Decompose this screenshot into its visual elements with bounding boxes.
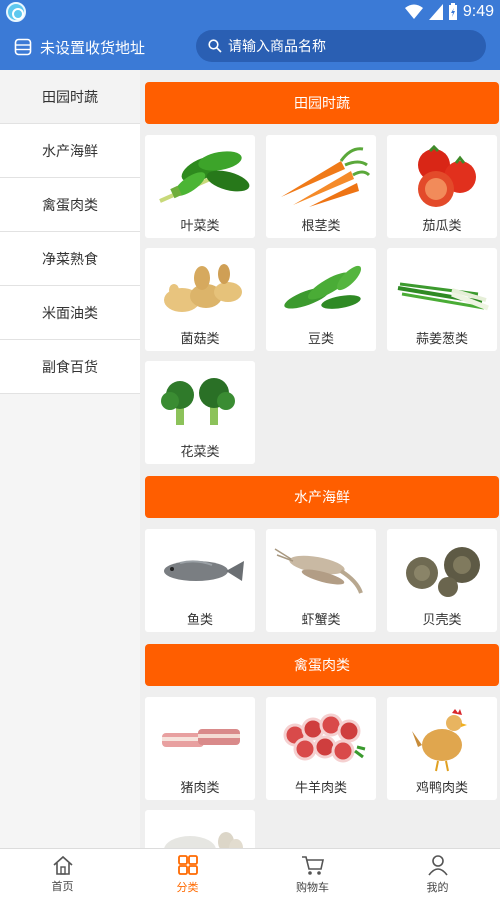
- section-header[interactable]: 水产海鲜: [145, 476, 499, 518]
- sidebar-item-label: 米面油类: [42, 305, 98, 322]
- address-selector[interactable]: 未设置收货地址: [14, 34, 145, 60]
- tab-profile[interactable]: 我的: [375, 849, 500, 900]
- category-tile-fish[interactable]: 鱼类: [145, 529, 255, 632]
- address-list-icon: [14, 38, 32, 56]
- sidebar-item-mimian-youlei[interactable]: 米面油类: [0, 286, 140, 340]
- category-tile-beef-lamb[interactable]: 牛羊肉类: [266, 697, 376, 800]
- category-tile-pork[interactable]: 猪肉类: [145, 697, 255, 800]
- sidebar-item-tianyuan-shishu[interactable]: 田园时蔬: [0, 70, 140, 124]
- tile-label: 贝壳类: [422, 613, 462, 628]
- status-bar: 9:49: [0, 0, 500, 24]
- tomato-image: [418, 144, 476, 207]
- tab-home[interactable]: 首页: [0, 849, 125, 900]
- sidebar-item-jingcai-shushi[interactable]: 净菜熟食: [0, 232, 140, 286]
- sidebar-item-shuichan-haixian[interactable]: 水产海鲜: [0, 124, 140, 178]
- app-notification-icon: [6, 2, 26, 22]
- signal-icon: [428, 4, 443, 20]
- top-header: 未设置收货地址 请输入商品名称: [0, 24, 500, 70]
- wifi-icon: [404, 4, 423, 19]
- shrimp-image: [274, 548, 363, 594]
- cart-icon: [301, 856, 324, 875]
- category-tile-partial[interactable]: [145, 810, 255, 848]
- tile-label: 蒜姜葱类: [415, 332, 468, 347]
- category-tile-mushroom[interactable]: 菌菇类: [145, 248, 255, 351]
- search-placeholder: 请输入商品名称: [228, 39, 326, 55]
- pork-belly-image: [162, 729, 240, 747]
- eggs-image: [164, 832, 243, 848]
- battery-icon: [448, 3, 457, 20]
- user-icon: [427, 855, 448, 876]
- broccoli-image: [161, 378, 235, 425]
- tab-label: 首页: [51, 880, 74, 893]
- clock: 9:49: [462, 3, 494, 20]
- category-tile-beans[interactable]: 豆类: [266, 248, 376, 351]
- tile-label: 叶菜类: [180, 219, 220, 234]
- bottom-tab-bar: 首页 分类 购物车 我的: [0, 848, 500, 900]
- pea-pods-image: [284, 265, 362, 309]
- chicken-image: [412, 709, 467, 772]
- address-label: 未设置收货地址: [40, 38, 146, 57]
- sidebar-item-label: 副食百货: [42, 359, 98, 376]
- tile-label: 牛羊肉类: [294, 781, 347, 796]
- category-tile-shrimp[interactable]: 虾蟹类: [266, 529, 376, 632]
- tile-label: 花菜类: [180, 445, 220, 460]
- tab-label: 购物车: [296, 881, 329, 894]
- tile-label: 茄瓜类: [422, 219, 462, 234]
- category-tile-tomato[interactable]: 茄瓜类: [387, 135, 497, 238]
- scallion-image: [397, 282, 489, 311]
- category-tile-broccoli[interactable]: 花菜类: [145, 361, 255, 464]
- section-header[interactable]: 禽蛋肉类: [145, 644, 499, 686]
- category-grid-icon: [177, 855, 198, 875]
- tile-label: 菌菇类: [180, 332, 220, 347]
- category-tile-scallion[interactable]: 蒜姜葱类: [387, 248, 497, 351]
- sidebar-item-label: 水产海鲜: [42, 143, 98, 160]
- category-tile-shellfish[interactable]: 贝壳类: [387, 529, 497, 632]
- sidebar-item-label: 净菜熟食: [42, 251, 98, 268]
- leafy-greens-image: [159, 151, 250, 203]
- tile-label: 鱼类: [186, 613, 213, 628]
- tile-label: 鸡鸭肉类: [415, 781, 468, 796]
- category-sidebar: 田园时蔬 水产海鲜 禽蛋肉类 净菜熟食 米面油类 副食百货: [0, 70, 140, 848]
- search-input[interactable]: 请输入商品名称: [196, 30, 486, 62]
- search-icon: [208, 39, 222, 53]
- tile-label: 根茎类: [301, 219, 341, 234]
- fish-image: [164, 560, 244, 581]
- category-tile-root[interactable]: 根茎类: [266, 135, 376, 238]
- tab-category[interactable]: 分类: [125, 849, 250, 900]
- ginger-image: [164, 264, 242, 312]
- tab-cart[interactable]: 购物车: [250, 849, 375, 900]
- snail-shell-image: [406, 547, 480, 597]
- tab-label: 我的: [426, 881, 449, 894]
- sidebar-item-fushi-baihuo[interactable]: 副食百货: [0, 340, 140, 394]
- beef-roll-image: [283, 713, 366, 763]
- category-tile-poultry[interactable]: 鸡鸭肉类: [387, 697, 497, 800]
- tile-label: 猪肉类: [180, 781, 220, 796]
- tab-label: 分类: [176, 881, 199, 894]
- sidebar-item-qindan-roulei[interactable]: 禽蛋肉类: [0, 178, 140, 232]
- carrot-image: [281, 147, 371, 207]
- sidebar-item-label: 田园时蔬: [42, 89, 98, 106]
- tile-label: 豆类: [307, 332, 334, 347]
- section-header[interactable]: 田园时蔬: [145, 82, 499, 124]
- category-content: 田园时蔬 叶菜类 根茎类 茄瓜类 菌菇类 豆类 蒜姜葱类 花菜类 水产海鲜 鱼类…: [140, 70, 500, 848]
- home-icon: [52, 855, 73, 875]
- sidebar-item-label: 禽蛋肉类: [42, 197, 98, 214]
- system-icons: 9:49: [404, 2, 494, 22]
- tile-label: 虾蟹类: [301, 613, 341, 628]
- category-tile-leafy[interactable]: 叶菜类: [145, 135, 255, 238]
